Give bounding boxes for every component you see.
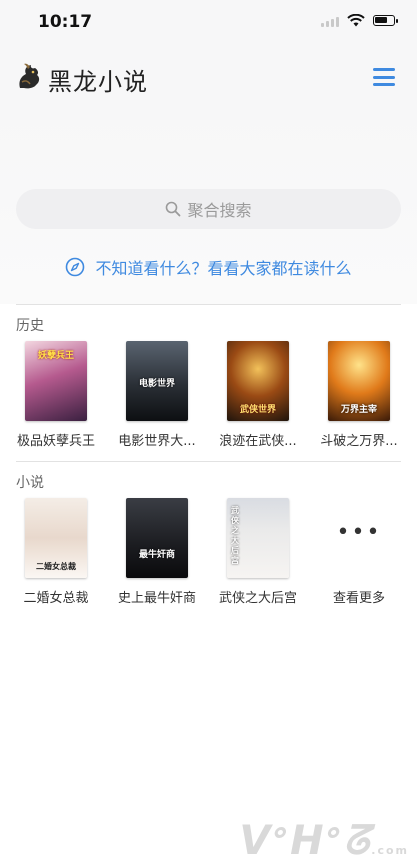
watermark-suffix: .com [371, 844, 409, 857]
book-item[interactable]: 妖孽兵王 极品妖孽兵王 [6, 341, 106, 449]
book-cover: 妖孽兵王 [25, 341, 87, 421]
history-shelf: 妖孽兵王 极品妖孽兵王 电影世界 电影世界大... 武侠世界 浪迹在武侠... … [0, 341, 417, 471]
discover-text: 不知道看什么？看看大家都在读什么 [95, 259, 352, 278]
novels-section-title: 小说 [16, 475, 44, 491]
divider [16, 304, 401, 305]
book-cover: 电影世界 [126, 341, 188, 421]
cover-text: 武侠世界 [239, 405, 276, 415]
book-title: 二婚女总裁 [23, 591, 89, 606]
watermark-text: ᐯᐤᕼᐤᘔ [239, 818, 372, 864]
cover-text: 万界主宰 [340, 405, 377, 415]
menu-button[interactable] [373, 68, 395, 86]
discover-link[interactable]: 不知道看什么？看看大家都在读什么 [0, 254, 417, 280]
divider [16, 461, 401, 462]
status-time: 10:17 [38, 12, 93, 32]
battery-icon [373, 15, 398, 26]
more-dots-icon: ••• [336, 520, 382, 545]
book-item[interactable]: 万界主宰 斗破之万界... [309, 341, 409, 449]
search-bar[interactable]: 聚合搜索 [16, 189, 401, 229]
book-title: 武侠之大后宫 [218, 591, 297, 606]
book-cover: 最牛奸商 [126, 498, 188, 578]
novels-shelf: 二婚女总裁 二婚女总裁 最牛奸商 史上最牛奸商 武侠之大后宫 武侠之大后宫 ••… [0, 498, 417, 628]
cover-text: 最牛奸商 [138, 550, 175, 560]
book-item[interactable]: 武侠之大后宫 武侠之大后宫 [208, 498, 308, 606]
menu-icon-bar [373, 75, 395, 79]
book-cover: 武侠之大后宫 [227, 498, 289, 578]
dragon-logo-icon [19, 63, 40, 89]
book-cover: 武侠世界 [227, 341, 289, 421]
search-placeholder: 聚合搜索 [187, 201, 252, 220]
app-title: 黑龙小说 [48, 68, 148, 96]
menu-icon-bar [373, 83, 395, 86]
cover-text: 妖孽兵王 [37, 351, 74, 361]
book-title: 史上最牛奸商 [117, 591, 196, 606]
status-icons [321, 14, 398, 27]
wifi-icon [347, 14, 365, 27]
see-more-label: 查看更多 [332, 591, 385, 606]
book-item[interactable]: 电影世界 电影世界大... [107, 341, 207, 449]
signal-icon [321, 15, 339, 27]
cover-text: 二婚女总裁 [36, 562, 76, 571]
cover-text: 武侠之大后宫 [231, 506, 239, 565]
book-item[interactable]: 武侠世界 浪迹在武侠... [208, 341, 308, 449]
book-item[interactable]: 最牛奸商 史上最牛奸商 [107, 498, 207, 606]
book-title: 浪迹在武侠... [219, 434, 297, 449]
history-section-title: 历史 [16, 318, 44, 334]
book-title: 极品妖孽兵王 [16, 434, 95, 449]
book-title: 电影世界大... [118, 434, 196, 449]
compass-icon [66, 257, 85, 277]
book-cover: 万界主宰 [328, 341, 390, 421]
book-title: 斗破之万界... [320, 434, 398, 449]
cover-text: 电影世界 [138, 379, 175, 389]
status-bar: 10:17 [0, 0, 417, 44]
menu-icon-bar [373, 68, 395, 71]
book-cover: 二婚女总裁 [25, 498, 87, 578]
app-header: 黑龙小说 [0, 44, 417, 108]
search-icon [166, 201, 181, 217]
watermark-logo: ᐯᐤᕼᐤᘔ.com [239, 818, 409, 864]
see-more-item[interactable]: ••• 查看更多 [309, 498, 409, 606]
book-item[interactable]: 二婚女总裁 二婚女总裁 [6, 498, 106, 606]
